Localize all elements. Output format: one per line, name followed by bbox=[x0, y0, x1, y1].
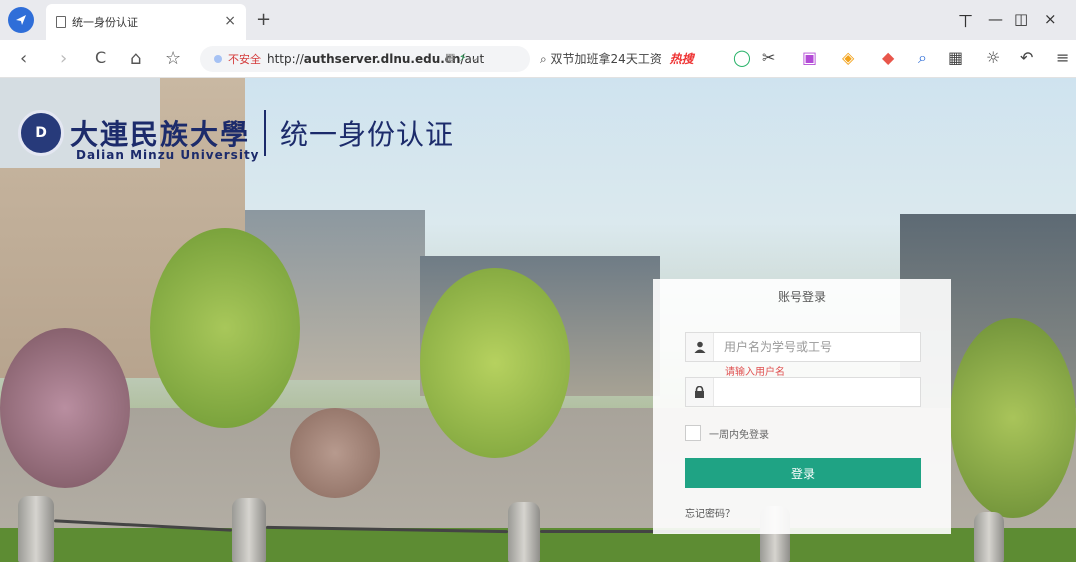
login-title: 账号登录 bbox=[777, 290, 826, 304]
reload-button[interactable]: C bbox=[95, 48, 106, 67]
menu-icon[interactable]: ≡ bbox=[1056, 48, 1069, 67]
tab-close-icon[interactable]: × bbox=[224, 13, 236, 29]
forgot-password-link[interactable]: 忘记密码？ bbox=[685, 505, 735, 520]
tree-right bbox=[950, 318, 1076, 518]
tab-title: 统一身份认证 bbox=[72, 16, 138, 29]
skin-icon[interactable]: ㄒ bbox=[958, 10, 973, 31]
header-divider bbox=[264, 110, 267, 156]
school-name-en: Dalian Minzu University bbox=[76, 148, 260, 162]
tree bbox=[150, 228, 300, 428]
site-header: D 大連民族大學 Dalian Minzu University 统一身份认证 bbox=[18, 110, 455, 162]
brightness-icon[interactable]: ☼ bbox=[986, 48, 1000, 67]
new-tab-button[interactable]: + bbox=[256, 9, 271, 30]
username-input[interactable] bbox=[714, 333, 920, 361]
bollard bbox=[974, 512, 1004, 562]
login-page-background: D 大連民族大學 Dalian Minzu University 统一身份认证 … bbox=[0, 78, 1076, 562]
address-bar[interactable]: 不安全 http://authserver.dlnu.edu.cn/aut bbox=[200, 46, 530, 72]
hot-search-badge: 热搜 bbox=[669, 52, 694, 66]
system-title: 统一身份认证 bbox=[280, 118, 455, 151]
remember-label: 一周内免登录 bbox=[709, 429, 769, 441]
browser-toolbar: ‹ › C ⌂ ☆ 不安全 http://authserver.dlnu.edu… bbox=[0, 40, 1076, 78]
search-suggestion: 双节加班拿24天工资 bbox=[550, 52, 662, 66]
username-error: 请输入用户名 bbox=[725, 367, 785, 378]
page-icon bbox=[56, 16, 66, 28]
tree-small bbox=[290, 408, 380, 498]
translate-icon[interactable]: ▣ bbox=[802, 48, 817, 67]
remember-checkbox[interactable] bbox=[685, 425, 701, 441]
remember-me[interactable]: 一周内免登录 bbox=[685, 425, 769, 441]
browser-logo-icon[interactable] bbox=[8, 7, 34, 33]
shield-extension-icon[interactable]: ◈ bbox=[842, 48, 854, 67]
insecure-badge: 不安全 bbox=[228, 53, 261, 66]
back-button[interactable]: ‹ bbox=[20, 48, 27, 69]
bollard bbox=[508, 502, 540, 562]
find-icon[interactable]: ⌕ bbox=[918, 48, 927, 68]
lock-icon bbox=[686, 378, 714, 406]
school-name-cn: 大連民族大學 bbox=[70, 118, 251, 151]
undo-icon[interactable]: ↶ bbox=[1020, 48, 1033, 67]
close-window-button[interactable]: × bbox=[1044, 10, 1057, 28]
home-button[interactable]: ⌂ bbox=[130, 48, 141, 69]
game-extension-icon[interactable]: ◆ bbox=[882, 48, 894, 67]
extension-green-icon[interactable]: ◯ bbox=[733, 48, 751, 67]
qr-icon[interactable]: ▦ ⚡ ⌄ bbox=[445, 51, 479, 64]
search-box[interactable]: ⌕ 双节加班拿24天工资 热搜 bbox=[540, 50, 720, 70]
login-button[interactable]: 登录 bbox=[685, 458, 921, 488]
url-prefix: http:// bbox=[267, 52, 304, 66]
url-host: authserver.dlnu.edu.cn bbox=[303, 52, 461, 66]
apps-grid-icon[interactable]: ▦ bbox=[948, 48, 963, 67]
tree-blossom bbox=[0, 328, 130, 488]
tree bbox=[420, 268, 570, 458]
maximize-button[interactable]: ◫ bbox=[1014, 10, 1028, 28]
scissors-icon[interactable]: ✂ bbox=[762, 48, 775, 67]
browser-tab-bar: 统一身份认证 × + ㄒ — ◫ × bbox=[0, 0, 1076, 40]
tab-active[interactable]: 统一身份认证 × bbox=[46, 4, 246, 40]
site-info-icon[interactable] bbox=[214, 55, 222, 63]
user-icon bbox=[686, 333, 714, 361]
password-input[interactable] bbox=[714, 378, 920, 406]
login-card: 账号登录 请输入用户名 一周内免登录 登录 忘记密码？ bbox=[653, 279, 951, 534]
minimize-button[interactable]: — bbox=[988, 10, 1003, 28]
forward-button[interactable]: › bbox=[60, 48, 67, 69]
password-field[interactable] bbox=[685, 377, 921, 407]
bollard bbox=[232, 498, 266, 562]
bollard bbox=[18, 496, 54, 562]
university-seal-logo: D bbox=[18, 110, 64, 156]
search-icon: ⌕ bbox=[540, 52, 551, 66]
username-field[interactable] bbox=[685, 332, 921, 362]
bookmark-star-icon[interactable]: ☆ bbox=[165, 48, 181, 69]
